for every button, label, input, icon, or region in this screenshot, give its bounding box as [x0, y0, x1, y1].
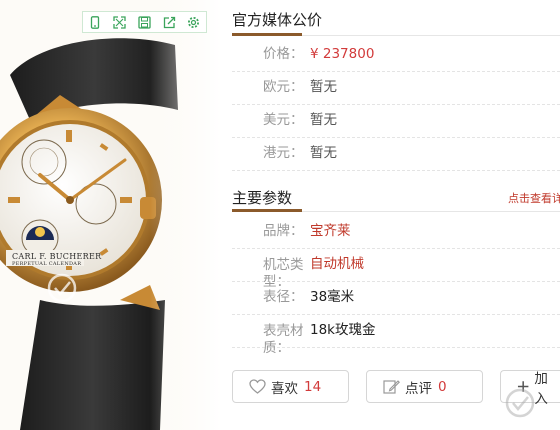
- movement-value-link[interactable]: 自动机械: [310, 248, 364, 281]
- case-material-label: 表壳材质：: [263, 323, 304, 356]
- movement-row: 机芯类型： 自动机械: [232, 248, 560, 290]
- brand-label: 品牌：: [263, 223, 304, 239]
- case-material-value: 18k玫瑰金: [310, 322, 376, 338]
- hkd-value: 暂无: [310, 145, 337, 161]
- like-button[interactable]: 喜欢 14: [232, 370, 349, 403]
- price-row: 价格： ¥ 237800: [232, 38, 560, 72]
- brand-value-link[interactable]: 宝齐莱: [310, 215, 351, 248]
- edit-icon: [383, 380, 400, 394]
- review-label: 点评: [405, 380, 432, 397]
- usd-label: 美元：: [263, 112, 304, 128]
- like-label: 喜欢: [271, 380, 298, 397]
- watch-brand-text: CARL F. BUCHERER PERPETUAL CALENDAR: [12, 252, 101, 267]
- save-icon[interactable]: [137, 15, 151, 29]
- brand-row: 品牌： 宝齐莱: [232, 215, 560, 249]
- diameter-row: 表径： 38毫米: [232, 281, 560, 315]
- settings-icon[interactable]: [187, 15, 201, 29]
- price-label: 价格：: [263, 46, 304, 62]
- hkd-row: 港元： 暂无: [232, 137, 560, 171]
- like-count: 14: [304, 378, 322, 395]
- params-title: 主要参数: [232, 189, 293, 207]
- price-value: ¥ 237800: [310, 46, 375, 62]
- watch-photo[interactable]: CARL F. BUCHERER PERPETUAL CALENDAR: [0, 0, 222, 430]
- heart-icon: [249, 379, 266, 394]
- section-underline: [232, 33, 302, 36]
- watch-illustration: [0, 0, 222, 430]
- media-price-title: 官方媒体公价: [232, 11, 323, 29]
- usd-value: 暂无: [310, 112, 337, 128]
- hkd-label: 港元：: [263, 145, 304, 161]
- phone-icon[interactable]: [88, 15, 102, 29]
- euro-label: 欧元：: [263, 79, 304, 95]
- review-count: 0: [438, 378, 447, 395]
- diameter-label: 表径：: [263, 289, 304, 305]
- usd-row: 美元： 暂无: [232, 104, 560, 138]
- image-toolbar: [82, 11, 207, 33]
- section-underline: [232, 209, 302, 212]
- share-icon[interactable]: [162, 15, 176, 29]
- diameter-value: 38毫米: [310, 289, 355, 305]
- product-info-panel: 官方媒体公价 价格： ¥ 237800 欧元： 暂无 美元： 暂无 港元： 暂无…: [232, 0, 560, 430]
- watch-brand-sub: PERPETUAL CALENDAR: [12, 261, 82, 267]
- euro-value: 暂无: [310, 79, 337, 95]
- watermark-logo-icon: [505, 388, 535, 418]
- watch-brand-name: CARL F. BUCHERER: [12, 252, 102, 261]
- euro-row: 欧元： 暂无: [232, 71, 560, 105]
- view-details-link[interactable]: 点击查看详: [508, 190, 560, 206]
- review-button[interactable]: 点评 0: [366, 370, 483, 403]
- case-material-row: 表壳材质： 18k玫瑰金: [232, 314, 560, 356]
- expand-icon[interactable]: [113, 15, 127, 29]
